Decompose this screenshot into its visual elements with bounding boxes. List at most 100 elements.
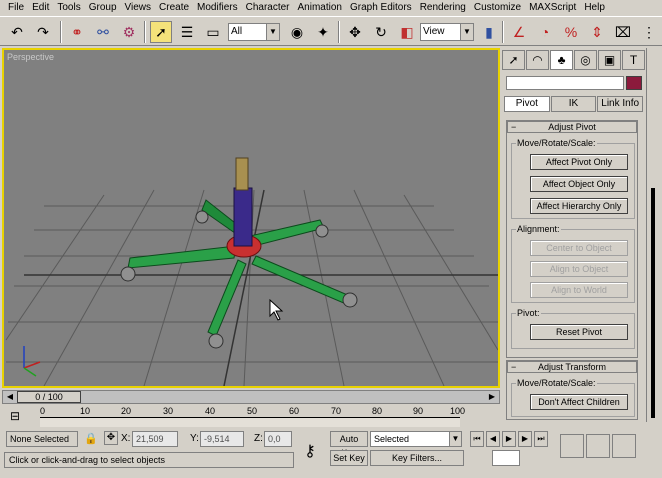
reset-pivot-button[interactable]: Reset Pivot (530, 324, 628, 340)
affect-hierarchy-only-button[interactable]: Affect Hierarchy Only (530, 198, 628, 214)
motion-tab-icon[interactable]: ◎ (574, 50, 597, 70)
select-and-scale-icon[interactable]: ◧ (396, 21, 418, 43)
undo-icon[interactable]: ↶ (6, 21, 28, 43)
toolbar-separator (338, 21, 340, 43)
menu-customize[interactable]: Customize (470, 0, 525, 16)
affect-pivot-only-button[interactable]: Affect Pivot Only (530, 154, 628, 170)
toolbar-separator (502, 21, 504, 43)
select-and-link-icon[interactable]: ⚭ (66, 21, 88, 43)
align-to-world-button[interactable]: Align to World (530, 282, 628, 298)
select-and-move-icon[interactable]: ✥ (344, 21, 366, 43)
display-tab-icon[interactable]: ▣ (598, 50, 621, 70)
menu-views[interactable]: Views (121, 0, 156, 16)
previous-frame-icon[interactable]: ◀ (486, 431, 500, 447)
track-bar[interactable]: ⊟ 0 10 20 30 40 50 60 70 80 90 100 (0, 406, 500, 428)
menu-group[interactable]: Group (85, 0, 121, 16)
angle-snap-icon[interactable]: ◔ (534, 21, 556, 43)
scrollbar-thumb[interactable] (651, 188, 655, 418)
select-by-name-icon[interactable]: ☰ (176, 21, 198, 43)
menu-animation[interactable]: Animation (294, 0, 346, 16)
zoom-icon[interactable] (560, 434, 584, 458)
percent-snap-icon[interactable]: % (560, 21, 582, 43)
viewport-scene (5, 157, 498, 386)
prompt-line: Click or click-and-drag to select object… (4, 452, 294, 468)
adjust-transform-rollout-header[interactable]: − Adjust Transform (507, 361, 637, 373)
center-to-object-button[interactable]: Center to Object (530, 240, 628, 256)
menu-create[interactable]: Create (155, 0, 193, 16)
absolute-mode-icon[interactable]: ✥ (104, 431, 118, 445)
tick-label: 10 (80, 406, 91, 416)
menu-tools[interactable]: Tools (53, 0, 84, 16)
menu-graph-editors[interactable]: Graph Editors (346, 0, 416, 16)
align-to-object-button[interactable]: Align to Object (530, 261, 628, 277)
dont-affect-children-button[interactable]: Don't Affect Children (530, 394, 628, 410)
redo-icon[interactable]: ↷ (32, 21, 54, 43)
object-color-swatch[interactable] (626, 76, 642, 90)
lock-icon[interactable]: 🔒 (84, 432, 98, 445)
alignment-label: Alignment: (516, 224, 561, 234)
tick-label: 100 (450, 406, 466, 416)
z-coordinate-field[interactable]: 0,0 (264, 431, 292, 447)
menu-edit[interactable]: Edit (28, 0, 53, 16)
next-frame-icon[interactable]: ▶ (518, 431, 532, 447)
set-key-button[interactable]: Set Key (330, 450, 368, 466)
create-tab-icon[interactable]: ➚ (502, 50, 525, 70)
time-slider[interactable]: ◀ 0 / 100 ▶ (2, 390, 500, 404)
reference-coordinate-dropdown[interactable]: View ▼ (420, 23, 474, 41)
menu-bar: File Edit Tools Group Views Create Modif… (0, 0, 662, 16)
affect-object-only-button[interactable]: Affect Object Only (530, 176, 628, 192)
chevron-down-icon: ▼ (266, 24, 279, 40)
named-selection-icon[interactable]: ⌧ (612, 21, 634, 43)
current-frame-field[interactable] (492, 450, 520, 466)
go-to-start-icon[interactable]: ⏮ (470, 431, 484, 447)
mini-curve-editor-icon[interactable]: ⊟ (10, 409, 20, 423)
rectangular-selection-icon[interactable]: ▭ (202, 21, 224, 43)
key-selection-dropdown[interactable]: Selected ▼ (370, 431, 462, 447)
unlink-icon[interactable]: ⚯ (92, 21, 114, 43)
menu-maxscript[interactable]: MAXScript (525, 0, 580, 16)
pan-icon[interactable] (586, 434, 610, 458)
select-object-icon[interactable]: ➚ (150, 21, 172, 43)
hierarchy-tab-icon[interactable]: ♣ (550, 50, 573, 70)
time-slider-thumb[interactable]: 0 / 100 (17, 391, 81, 403)
menu-rendering[interactable]: Rendering (416, 0, 470, 16)
tab-ik[interactable]: IK (550, 96, 597, 112)
tick-label: 60 (289, 406, 300, 416)
tab-pivot[interactable]: Pivot (504, 96, 550, 112)
chevron-right-icon[interactable]: ▶ (486, 391, 498, 403)
pivot-center-icon[interactable]: ▮ (478, 21, 500, 43)
mouse-cursor-icon (269, 298, 284, 321)
adjust-transform-title: Adjust Transform (537, 362, 607, 372)
chevron-left-icon[interactable]: ◀ (4, 391, 16, 403)
x-coordinate-field[interactable]: 21,509 (132, 431, 178, 447)
select-and-rotate-icon[interactable]: ↻ (370, 21, 392, 43)
key-filters-button[interactable]: Key Filters... (370, 450, 464, 466)
menu-character[interactable]: Character (242, 0, 294, 16)
window-crossing-icon[interactable]: ◉ (286, 21, 308, 43)
go-to-end-icon[interactable]: ⏭ (534, 431, 548, 447)
menu-file[interactable]: File (4, 0, 28, 16)
menu-help[interactable]: Help (580, 0, 609, 16)
menu-modifiers[interactable]: Modifiers (193, 0, 242, 16)
y-coordinate-field[interactable]: -9,514 (200, 431, 244, 447)
object-name-field[interactable] (506, 76, 624, 90)
selection-filter-dropdown[interactable]: All ▼ (228, 23, 280, 41)
spinner-snap-icon[interactable]: ⇕ (586, 21, 608, 43)
select-and-manipulate-icon[interactable]: ✦ (312, 21, 334, 43)
play-icon[interactable]: ▶ (502, 431, 516, 447)
perspective-viewport[interactable]: Perspective (2, 48, 500, 388)
snaps-toggle-icon[interactable]: ∠ (508, 21, 530, 43)
chevron-down-icon: ▼ (449, 432, 461, 446)
tab-link-info[interactable]: Link Info (597, 96, 644, 112)
utilities-tab-icon[interactable]: T (622, 50, 645, 70)
adjust-pivot-rollout-header[interactable]: − Adjust Pivot (507, 121, 637, 133)
command-panel-scrollbar[interactable] (646, 48, 660, 422)
bind-space-warp-icon[interactable]: ⚙ (118, 21, 140, 43)
mirror-icon[interactable]: ⋮ (638, 21, 660, 43)
tick-label: 0 (40, 406, 46, 416)
modify-tab-icon[interactable]: ◠ (526, 50, 549, 70)
pivot-group: Pivot: Reset Pivot (511, 308, 635, 349)
key-icon[interactable]: ⚷ (296, 438, 324, 466)
orbit-icon[interactable] (612, 434, 636, 458)
auto-key-button[interactable]: Auto Key (330, 431, 368, 458)
